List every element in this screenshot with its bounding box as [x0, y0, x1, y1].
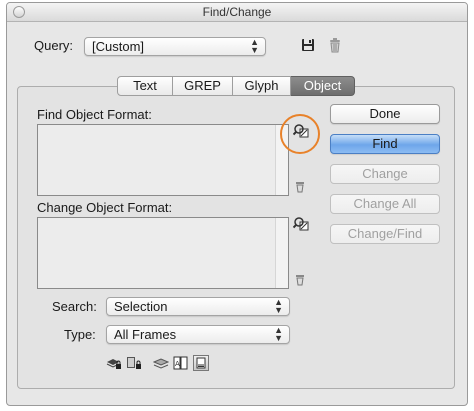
include-footnotes-icon[interactable]: [193, 355, 209, 371]
clear-find-format-icon[interactable]: [295, 181, 305, 196]
search-label: Search:: [52, 299, 97, 314]
search-scope-value: Selection: [114, 299, 168, 314]
query-select-value: [Custom]: [92, 39, 145, 54]
tab-grep[interactable]: GREP: [173, 76, 233, 96]
title-bar: Find/Change: [7, 3, 467, 22]
save-query-icon[interactable]: [301, 38, 315, 55]
find-button[interactable]: Find: [330, 134, 440, 154]
query-label: Query:: [34, 38, 74, 53]
change-object-format-box[interactable]: [37, 217, 289, 289]
chevron-updown-icon: ▲ ▼: [274, 297, 283, 315]
delete-query-icon[interactable]: [328, 38, 342, 56]
query-select[interactable]: [Custom] ▲ ▼: [84, 37, 266, 56]
type-select-value: All Frames: [114, 327, 177, 342]
tab-text[interactable]: Text: [117, 76, 173, 96]
type-select[interactable]: All Frames ▲ ▼: [106, 325, 290, 344]
find-object-format-label: Find Object Format:: [37, 107, 152, 122]
chevron-updown-icon: ▲ ▼: [274, 325, 283, 343]
tab-object[interactable]: Object: [291, 76, 355, 96]
change-all-button[interactable]: Change All: [330, 194, 440, 214]
include-master-pages-icon[interactable]: A: [173, 356, 189, 373]
include-locked-objects-icon[interactable]: [126, 356, 142, 373]
change-object-format-label: Change Object Format:: [37, 200, 173, 215]
change-find-button[interactable]: Change/Find: [330, 224, 440, 244]
include-locked-layers-icon[interactable]: [106, 356, 122, 373]
clear-change-format-icon[interactable]: [295, 274, 305, 289]
change-format-scrollbar[interactable]: [275, 218, 288, 288]
find-mode-tabs: Text GREP Glyph Object: [117, 76, 355, 96]
done-button[interactable]: Done: [330, 104, 440, 124]
change-button[interactable]: Change: [330, 164, 440, 184]
tab-glyph[interactable]: Glyph: [233, 76, 291, 96]
chevron-updown-icon: ▲ ▼: [250, 37, 259, 55]
type-label: Type:: [64, 327, 96, 342]
specify-change-format-icon[interactable]: [292, 216, 309, 235]
include-hidden-layers-icon[interactable]: [152, 356, 170, 373]
find-object-format-box[interactable]: [37, 124, 289, 196]
highlight-circle: [280, 114, 320, 154]
search-scope-select[interactable]: Selection ▲ ▼: [106, 297, 290, 316]
window-title: Find/Change: [202, 5, 272, 19]
svg-text:A: A: [175, 360, 180, 368]
